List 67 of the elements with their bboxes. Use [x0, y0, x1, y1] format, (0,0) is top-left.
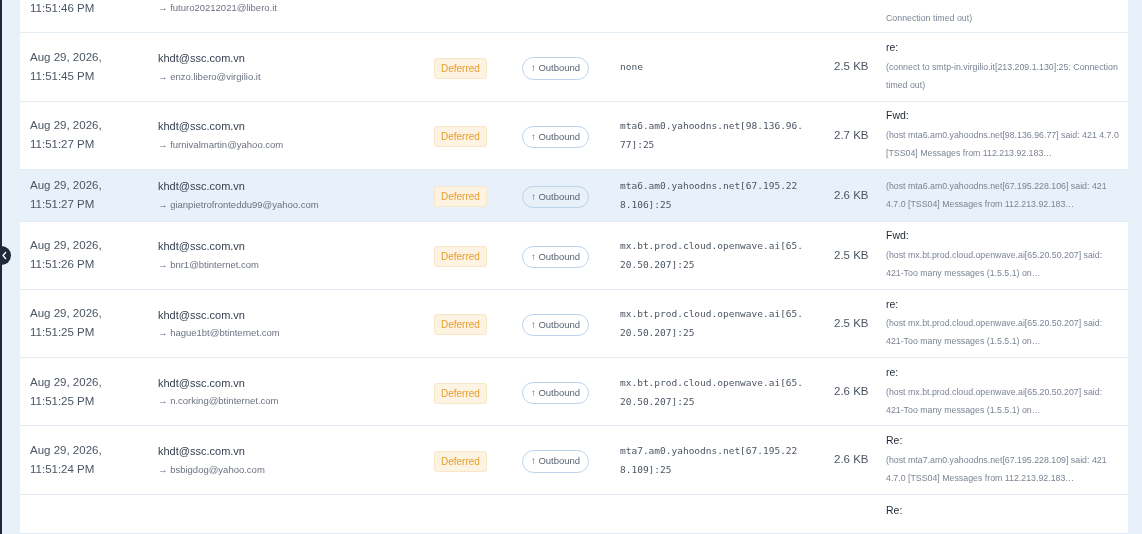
relay-text: mx.bt.prod.cloud.openwave.ai[65.20.50.207]:25 [620, 375, 804, 409]
detail-text: (host mta6.am0.yahoodns.net[67.195.228.106] said: 421 4.7.0 [TSS04] Messages from 112.213.92.183… [886, 180, 1108, 212]
size-text: 2.6 KB [834, 452, 870, 468]
relay-text: mta6.am0.yahoodns.net[98.136.96.77]:25 [620, 119, 804, 153]
subject-text: Fwd: [886, 228, 910, 244]
subject-text: re: [886, 364, 900, 380]
relay-text: mta7.am0.yahoodns.net[67.195.228.109]:25 [620, 444, 799, 478]
status-badge: Deferred [434, 126, 487, 148]
recipient-text: → futuro20212021@libero.it [158, 1, 278, 15]
time-text: 11:51:27 PM [30, 197, 96, 213]
subject-text: Fwd: [886, 108, 910, 124]
sender-text: khdt@ssc.com.vn [158, 179, 246, 195]
time-text: 11:51:25 PM [30, 393, 96, 409]
status-badge: Deferred [434, 314, 487, 336]
time-text: 11:51:46 PM [30, 1, 96, 16]
status-badge: Deferred [434, 382, 487, 404]
time-text: 11:51:27 PM [30, 137, 96, 153]
sender-text: khdt@ssc.com.vn [158, 307, 246, 323]
sender-text: khdt@ssc.com.vn [158, 119, 246, 135]
time-text: 11:51:25 PM [30, 325, 96, 341]
detail-text: (host mx.bt.prod.cloud.openwave.ai[65.20.50.207] said: 421-Too many messages (1.5.5.1) on… [886, 385, 1104, 417]
detail-text: (connect to smtp-in.virgilio.it[213.209.1.130]:25: Connection timed out) [886, 60, 1119, 92]
status-badge: Deferred [434, 57, 487, 79]
detail-text: (host mta6.am0.yahoodns.net[98.136.96.77] said: 421 4.7.0 [TSS04] Messages from 112.213.92.183… [886, 129, 1120, 161]
detail-text: (host mta7.am0.yahoodns.net[67.195.228.109] said: 421 4.7.0 [TSS04] Messages from 112.213.92.183… [886, 453, 1108, 485]
time-text: 11:51:45 PM [30, 68, 96, 84]
subject-text: re: [886, 296, 900, 312]
date-text: Aug 29, 2026, [30, 49, 103, 65]
recipient-text: → n.corking@btinternet.com [158, 394, 280, 409]
sender-text: khdt@ssc.com.vn [158, 239, 246, 255]
chevron-left-icon [1, 251, 8, 260]
size-text: 2.5 KB [834, 59, 870, 75]
size-text: 2.5 KB [834, 315, 870, 331]
sender-text: khdt@ssc.com.vn [158, 444, 246, 460]
subject-text: Re: [886, 433, 904, 449]
sender-text: khdt@ssc.com.vn [158, 51, 246, 66]
time-text: 11:51:26 PM [30, 257, 96, 273]
relay-text: mx.bt.prod.cloud.openwave.ai[65.20.50.207]:25 [620, 307, 804, 341]
date-text: Aug 29, 2026, [30, 374, 103, 390]
date-text: Aug 29, 2026, [30, 178, 103, 194]
date-text: Aug 29, 2026, [30, 238, 103, 254]
status-badge: Deferred [434, 246, 487, 268]
recipient-text: → furnivalmartin@yahoo.com [158, 137, 285, 152]
relay-text: mx.bt.prod.cloud.openwave.ai[65.20.50.207]:25 [620, 239, 804, 273]
date-text: Aug 29, 2026, [30, 443, 103, 459]
relay-text: mta6.am0.yahoodns.net[67.195.228.106]:25 [620, 179, 799, 213]
recipient-text: → gianpietrofronteddu99@yahoo.com [158, 197, 320, 212]
size-text: 2.6 KB [834, 187, 870, 203]
relay-text: none [620, 60, 644, 75]
recipient-text: → bsbigdog@yahoo.com [158, 462, 266, 477]
status-badge: Deferred [434, 186, 487, 208]
time-text: 11:51:24 PM [30, 462, 96, 478]
detail-text: (host mx.bt.prod.cloud.openwave.ai[65.20.50.207] said: 421-Too many messages (1.5.5.1) on… [886, 249, 1104, 281]
detail-text: Connection timed out) [886, 12, 974, 26]
date-text: Aug 29, 2026, [30, 118, 103, 134]
subject-text: re: [886, 40, 900, 55]
subject-text: Re: [886, 502, 904, 518]
size-text: 2.6 KB [834, 384, 870, 400]
size-text: 2.5 KB [834, 247, 870, 263]
recipient-text: → enzo.libero@virgilio.it [158, 69, 262, 84]
size-text: 2.7 KB [834, 127, 870, 143]
detail-text: (host mx.bt.prod.cloud.openwave.ai[65.20.50.207] said: 421-Too many messages (1.5.5.1) on… [886, 317, 1104, 349]
recipient-text: → bnr1@btinternet.com [158, 257, 260, 272]
sender-text: khdt@ssc.com.vn [158, 375, 246, 391]
status-badge: Deferred [434, 451, 487, 473]
recipient-text: → hague1bt@btinternet.com [158, 326, 281, 341]
date-text: Aug 29, 2026, [30, 306, 103, 322]
